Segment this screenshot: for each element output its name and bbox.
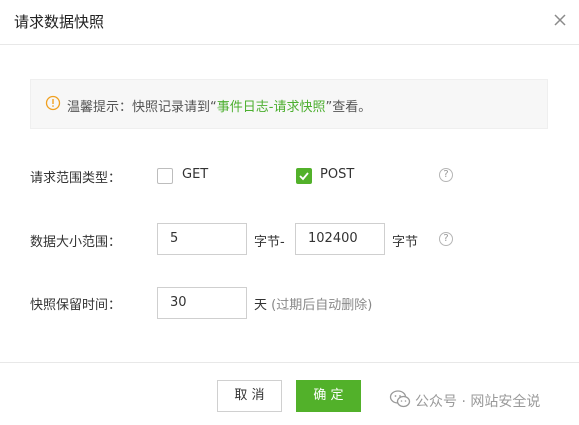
get-checkbox-label: GET xyxy=(182,167,209,182)
post-checkbox[interactable] xyxy=(296,168,312,184)
post-checkbox-label: POST xyxy=(320,167,355,182)
size-max-input[interactable]: 102400 xyxy=(295,223,385,255)
dialog-title: 请求数据快照 xyxy=(14,13,105,31)
size-max-unit: 字节 xyxy=(392,235,419,250)
event-log-link[interactable]: 事件日志-请求快照 xyxy=(217,100,326,115)
wechat-icon xyxy=(389,389,411,409)
retention-unit-text: 天 xyxy=(254,298,268,313)
warning-icon xyxy=(45,95,61,111)
help-icon[interactable]: ? xyxy=(439,168,453,182)
tip-prefix: 温馨提示：快照记录请到“ xyxy=(67,100,217,115)
tip-text: 温馨提示：快照记录请到“事件日志-请求快照”查看。 xyxy=(67,96,371,115)
tip-banner: 温馨提示：快照记录请到“事件日志-请求快照”查看。 xyxy=(30,79,548,129)
watermark-text: 公众号 · 网站安全说 xyxy=(415,394,541,410)
get-checkbox[interactable] xyxy=(157,168,173,184)
request-type-label: 请求范围类型： xyxy=(30,171,122,186)
checkmark-icon xyxy=(299,172,309,181)
tip-suffix: ”查看。 xyxy=(325,100,372,115)
help-icon[interactable]: ? xyxy=(439,232,453,246)
confirm-button[interactable]: 确 定 xyxy=(296,380,361,412)
retention-label: 快照保留时间： xyxy=(30,298,122,313)
snapshot-dialog: 请求数据快照 温馨提示：快照记录请到“事件日志-请求快照”查看。 请求范围类型：… xyxy=(0,0,579,425)
footer-divider xyxy=(0,362,579,363)
size-range-label: 数据大小范围： xyxy=(30,235,122,250)
retention-hint: (过期后自动删除) xyxy=(271,298,373,313)
cancel-button[interactable]: 取 消 xyxy=(217,380,282,412)
close-icon[interactable] xyxy=(551,11,569,29)
size-min-unit: 字节- xyxy=(254,235,285,250)
retention-input[interactable]: 30 xyxy=(157,287,247,319)
dialog-header: 请求数据快照 xyxy=(0,0,579,45)
retention-unit: 天 (过期后自动删除) xyxy=(254,294,372,313)
size-min-input[interactable]: 5 xyxy=(157,223,247,255)
